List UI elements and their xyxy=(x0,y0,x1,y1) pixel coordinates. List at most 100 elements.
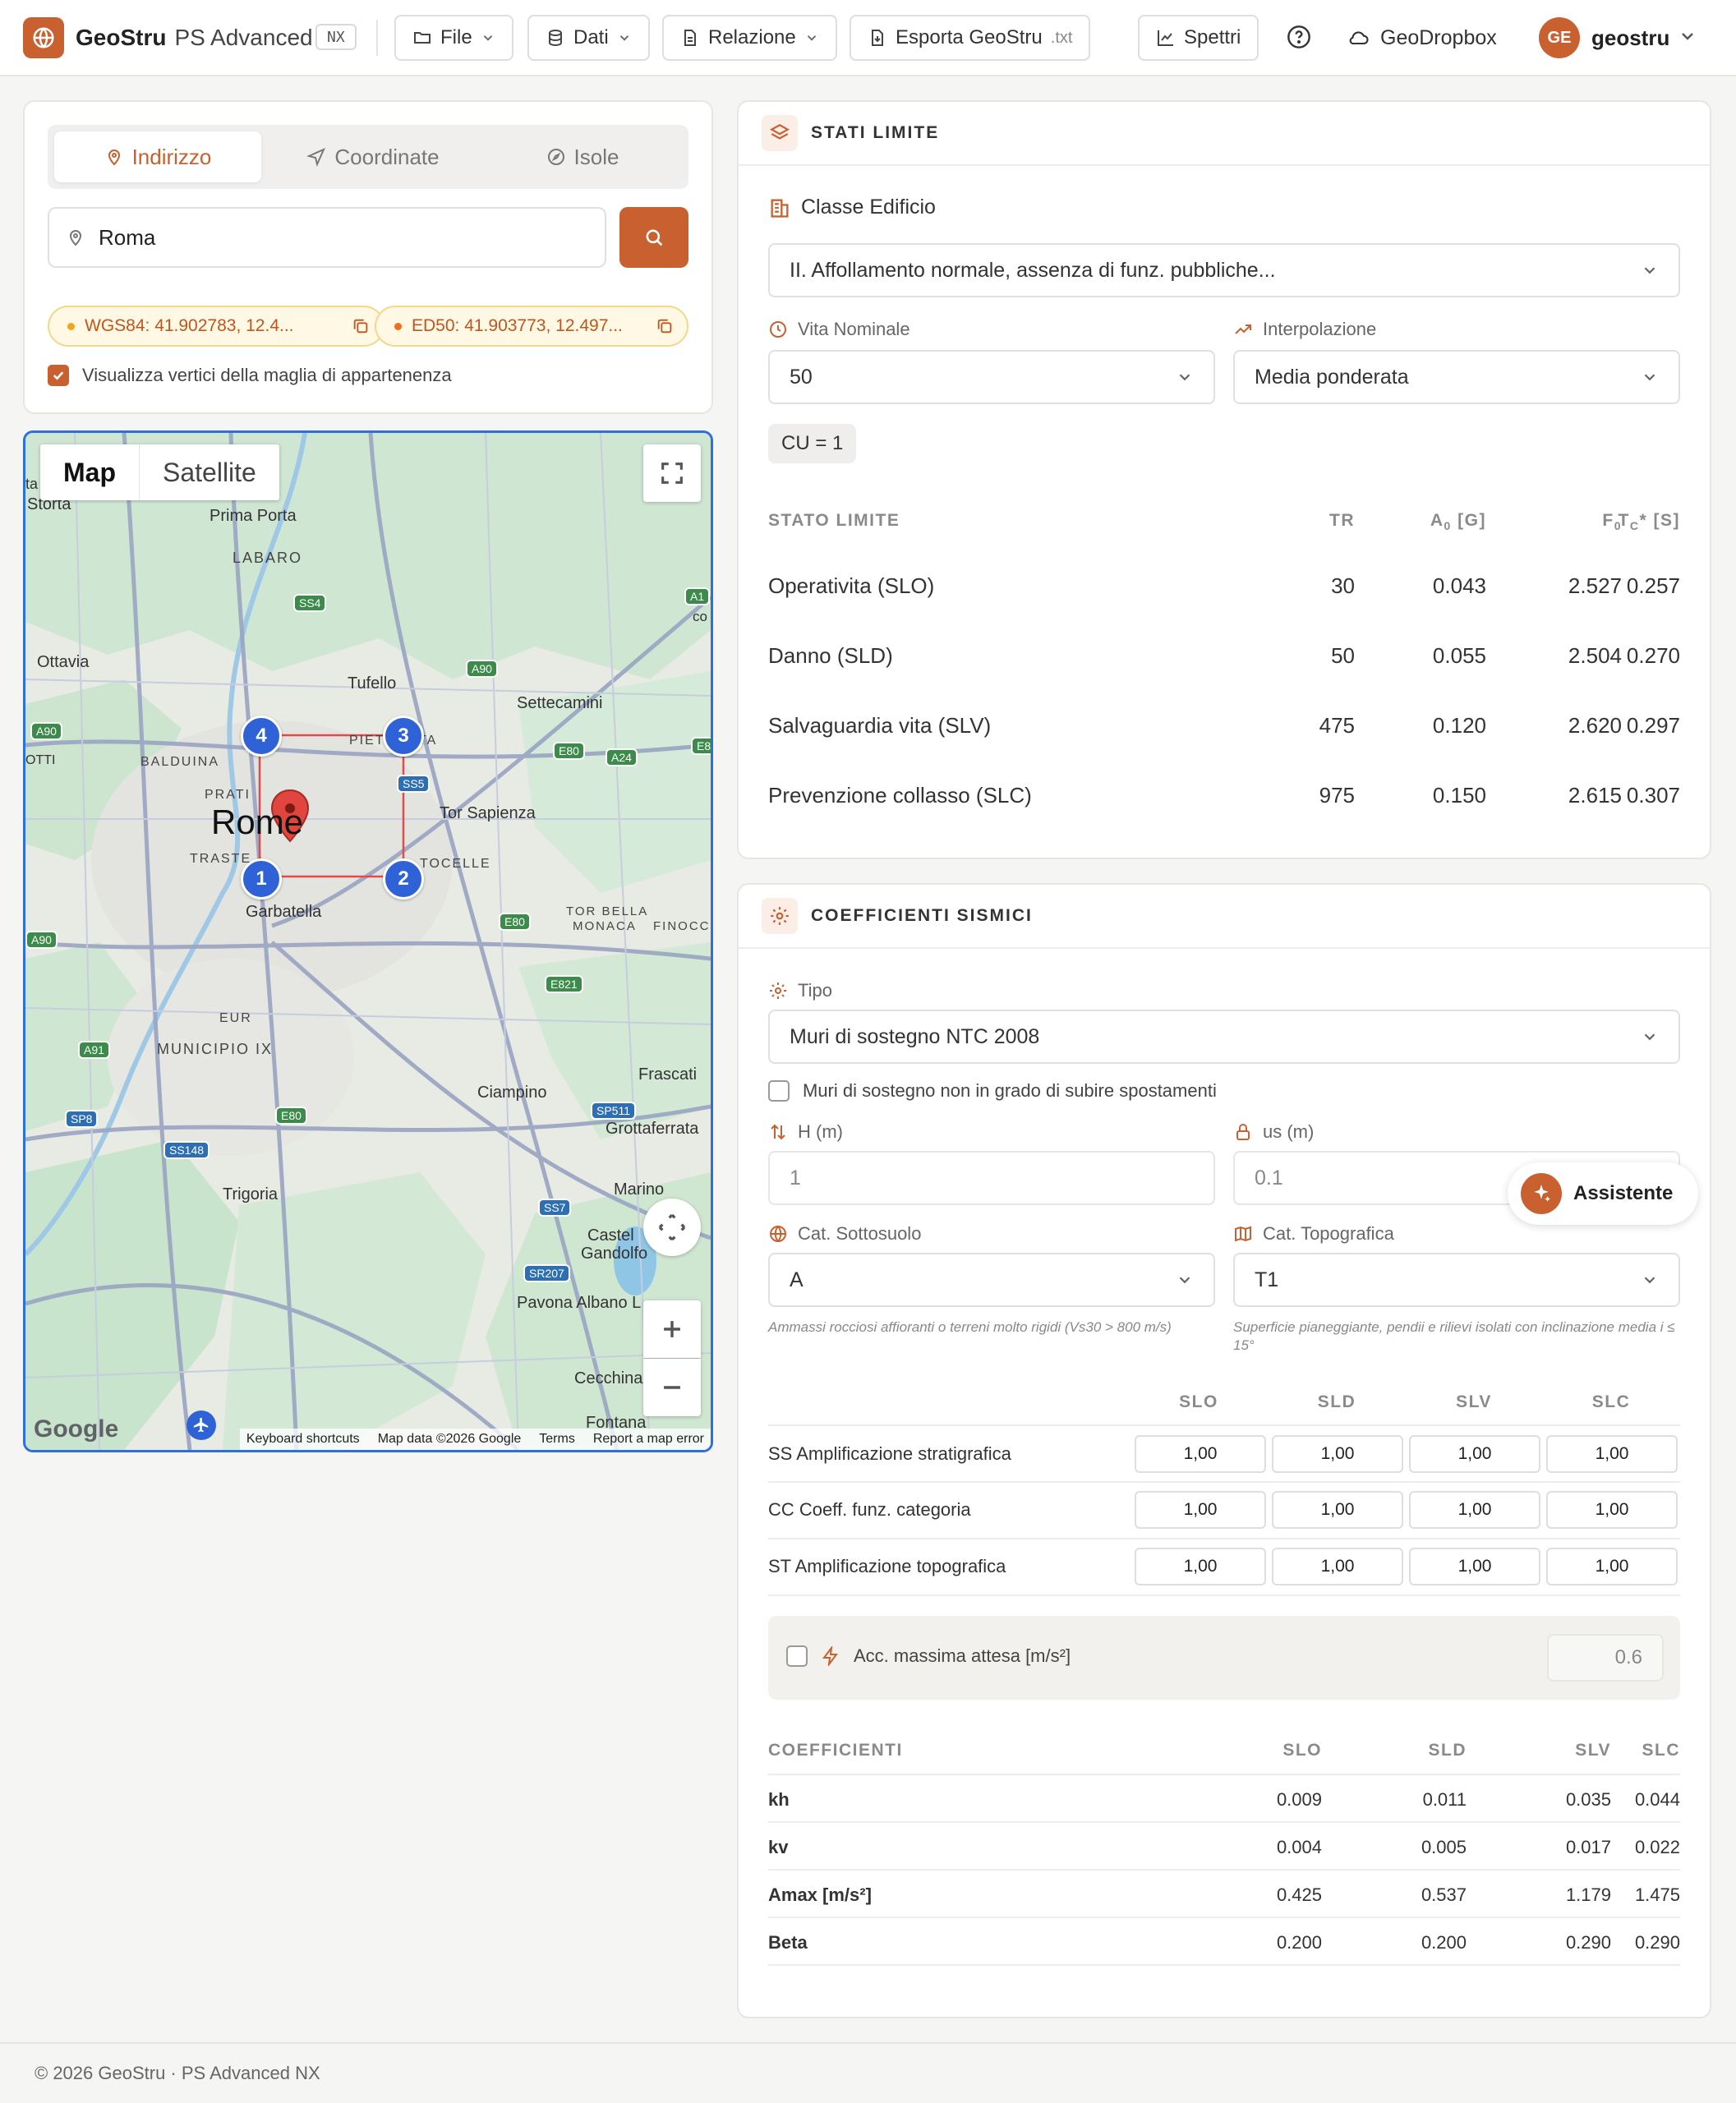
zoom-in-icon[interactable] xyxy=(643,1300,701,1358)
acc-massima-label: Acc. massima attesa [m/s²] xyxy=(854,1645,1071,1666)
acc-massima-row[interactable]: Acc. massima attesa [m/s²] xyxy=(786,1645,1071,1667)
fullscreen-icon[interactable] xyxy=(643,444,701,502)
divider xyxy=(768,1964,1680,1966)
wgs84-coords-badge[interactable]: WGS84: 41.902783, 12.4... xyxy=(48,306,384,347)
amp-input[interactable]: 1,00 xyxy=(1135,1491,1266,1529)
column-header: SLC xyxy=(1642,1741,1680,1760)
muri-checkbox[interactable] xyxy=(768,1080,790,1102)
tab-label: Isole xyxy=(573,144,619,169)
amp-input[interactable]: 1,00 xyxy=(1272,1435,1403,1473)
muri-label: Muri di sostegno non in grado di subire … xyxy=(803,1080,1217,1101)
topografica-label: Cat. Topografica xyxy=(1233,1223,1394,1245)
map-type-satellite[interactable]: Satellite xyxy=(139,444,279,500)
chevron-down-icon[interactable] xyxy=(1678,26,1697,46)
amp-input[interactable]: 1,00 xyxy=(1546,1435,1678,1473)
spettri-label: Spettri xyxy=(1184,26,1241,48)
map-label: Gandolfo xyxy=(581,1245,648,1263)
coef-row-label: kv xyxy=(768,1837,789,1857)
column-header-tc: TC* [S] xyxy=(1552,511,1680,532)
classe-edificio-select[interactable]: II. Affollamento normale, assenza di fun… xyxy=(768,243,1680,297)
amp-input[interactable]: 1,00 xyxy=(1272,1491,1403,1529)
map-label: Pavona Albano L xyxy=(517,1294,642,1312)
settings-icon xyxy=(762,898,798,934)
spettri-button[interactable]: Spettri xyxy=(1138,15,1259,61)
divider xyxy=(376,20,378,56)
zoom-out-icon[interactable] xyxy=(643,1359,701,1416)
vita-nominale-select[interactable]: 50 xyxy=(768,350,1215,404)
geodropbox-link[interactable]: GeoDropbox xyxy=(1347,15,1497,61)
show-vertices-checkbox-row[interactable]: Visualizza vertici della maglia di appar… xyxy=(48,365,452,386)
topografica-select[interactable]: T1 xyxy=(1233,1253,1680,1307)
amp-input[interactable]: 1,00 xyxy=(1135,1435,1266,1473)
google-logo: Google xyxy=(34,1415,119,1443)
h-input[interactable]: 1 xyxy=(768,1151,1215,1205)
tipo-select[interactable]: Muri di sostegno NTC 2008 xyxy=(768,1010,1680,1064)
map-label: Marino xyxy=(614,1180,665,1199)
compass-icon xyxy=(547,149,564,165)
help-icon[interactable] xyxy=(1286,24,1312,50)
address-search-input[interactable]: Roma xyxy=(48,207,606,268)
grid-vertex-marker[interactable]: 4 xyxy=(241,716,282,757)
amp-input[interactable]: 1,00 xyxy=(1546,1491,1678,1529)
map-view[interactable]: Storta ta Prima Porta LABARO Ottavia OTT… xyxy=(23,430,713,1452)
report-error-link[interactable]: Report a map error xyxy=(593,1432,704,1447)
acc-massima-input[interactable]: 0.6 xyxy=(1547,1634,1664,1682)
tab-indirizzo[interactable]: Indirizzo xyxy=(54,131,261,182)
app-title: GeoStru PS Advanced xyxy=(76,21,313,54)
chevron-down-icon xyxy=(1644,374,1655,381)
terms-link[interactable]: Terms xyxy=(539,1432,575,1447)
grid-vertex-marker[interactable]: 1 xyxy=(241,858,282,900)
tab-coordinate[interactable]: Coordinate xyxy=(269,131,477,182)
status-dot xyxy=(67,322,75,330)
label-text: Cat. Sottosuolo xyxy=(798,1223,922,1244)
acc-massima-checkbox[interactable] xyxy=(786,1645,808,1667)
amp-row-label: SS Amplificazione stratigrafica xyxy=(768,1443,1011,1464)
dati-menu-button[interactable]: Dati xyxy=(527,15,650,61)
keyboard-shortcuts-link[interactable]: Keyboard shortcuts xyxy=(246,1432,360,1447)
sottosuolo-label: Cat. Sottosuolo xyxy=(768,1223,921,1245)
amp-input[interactable]: 1,00 xyxy=(1546,1548,1678,1585)
tab-isole[interactable]: Isole xyxy=(483,131,682,182)
road-badge: A91 xyxy=(78,1041,110,1059)
map-attribution: Keyboard shortcuts Map data ©2026 Google… xyxy=(239,1429,711,1450)
ed50-coords-badge[interactable]: ED50: 41.903773, 12.497... xyxy=(375,306,688,347)
amp-input[interactable]: 1,00 xyxy=(1135,1548,1266,1585)
map-type-map[interactable]: Map xyxy=(40,444,139,500)
grid-vertex-marker[interactable]: 2 xyxy=(383,858,424,900)
app-logo-icon[interactable] xyxy=(23,17,64,58)
muri-checkbox-row[interactable]: Muri di sostegno non in grado di subire … xyxy=(768,1080,1217,1102)
user-name[interactable]: geostru xyxy=(1591,21,1669,54)
h-label: H (m) xyxy=(768,1121,843,1143)
export-extension: .txt xyxy=(1050,28,1073,47)
coef-value: 0.004 xyxy=(1276,1837,1322,1857)
amp-input[interactable]: 1,00 xyxy=(1409,1435,1540,1473)
export-geostru-button[interactable]: Esporta GeoStru .txt xyxy=(850,15,1091,61)
pan-control-icon[interactable] xyxy=(643,1199,701,1256)
map-label: MUNICIPIO IX xyxy=(157,1041,274,1057)
us-label: us (m) xyxy=(1233,1121,1314,1143)
sottosuolo-select[interactable]: A xyxy=(768,1253,1215,1307)
tab-label: Indirizzo xyxy=(131,144,212,169)
search-button[interactable] xyxy=(619,207,688,268)
coef-row-label: Amax [m/s²] xyxy=(768,1884,872,1905)
grid-vertex-marker[interactable]: 3 xyxy=(383,716,424,757)
column-header: SLO xyxy=(1179,1392,1218,1411)
road-badge: A24 xyxy=(606,748,638,766)
amp-input[interactable]: 1,00 xyxy=(1409,1548,1540,1585)
assistant-button[interactable]: Assistente xyxy=(1508,1162,1698,1225)
copy-icon[interactable] xyxy=(352,317,370,335)
show-vertices-checkbox[interactable] xyxy=(48,365,69,386)
map-label: Ottavia xyxy=(37,653,90,671)
relazione-menu-button[interactable]: Relazione xyxy=(662,15,837,61)
status-dot xyxy=(394,322,402,330)
map-label: OTTI xyxy=(25,753,56,767)
amp-input[interactable]: 1,00 xyxy=(1409,1491,1540,1529)
airport-icon xyxy=(186,1410,216,1440)
check-icon xyxy=(53,371,64,380)
copy-icon[interactable] xyxy=(656,317,674,335)
file-menu-button[interactable]: File xyxy=(394,15,513,61)
geodropbox-label: GeoDropbox xyxy=(1380,25,1497,49)
avatar[interactable]: GE xyxy=(1539,17,1580,58)
amp-input[interactable]: 1,00 xyxy=(1272,1548,1403,1585)
interpolazione-select[interactable]: Media ponderata xyxy=(1233,350,1680,404)
